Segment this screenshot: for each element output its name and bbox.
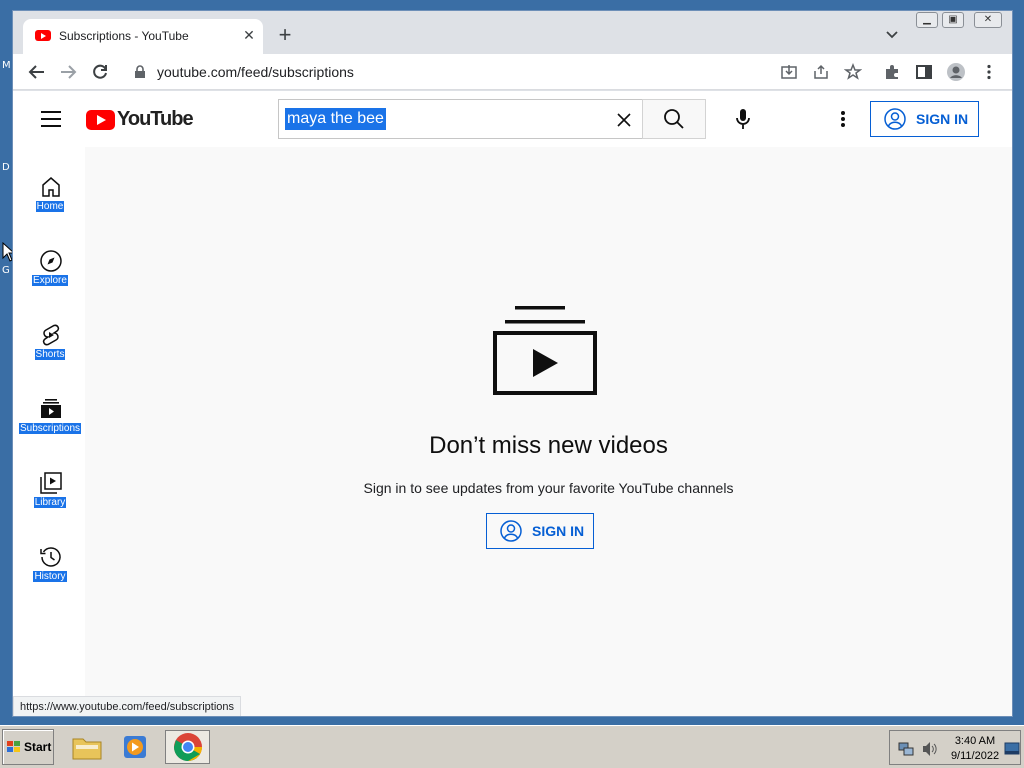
- empty-state-title: Don’t miss new videos: [429, 432, 668, 459]
- close-window-button[interactable]: ✕: [974, 12, 1002, 28]
- tab-strip: Subscriptions - YouTube ✕ + ▁ ▣ ✕: [13, 11, 1012, 54]
- youtube-masthead: YouTube maya the bee SIGN IN: [13, 91, 1012, 147]
- profile-avatar-icon: [947, 63, 965, 81]
- sign-in-label: SIGN IN: [916, 111, 969, 127]
- hamburger-menu-icon[interactable]: [39, 109, 63, 129]
- sign-in-label: SIGN IN: [532, 523, 585, 539]
- account-circle-icon: [500, 520, 522, 542]
- guide-item-library[interactable]: Library: [13, 459, 87, 523]
- minimize-button[interactable]: ▁: [916, 12, 938, 28]
- shorts-icon: [42, 324, 60, 346]
- guide-item-label: Subscriptions: [18, 423, 82, 434]
- youtube-favicon-icon: [35, 30, 51, 41]
- settings-more-button[interactable]: [831, 107, 855, 131]
- clock[interactable]: 3:40 AM 9/11/2022: [945, 734, 1005, 764]
- restore-button[interactable]: ▣: [942, 12, 964, 28]
- reload-button[interactable]: [88, 60, 112, 84]
- browser-window: Subscriptions - YouTube ✕ + ▁ ▣ ✕ youtub…: [12, 10, 1013, 717]
- forward-arrow-icon: [61, 65, 77, 79]
- desktop-fragment: G: [2, 265, 10, 276]
- history-icon: [40, 547, 61, 567]
- microphone-icon: [736, 109, 750, 129]
- media-player-icon: [124, 736, 146, 758]
- guide-sidebar: Home Explore Shorts Subscriptions Librar…: [13, 147, 87, 716]
- file-explorer-taskbar-button[interactable]: [69, 730, 105, 764]
- chrome-icon: [173, 733, 202, 761]
- star-icon: [844, 63, 862, 80]
- media-player-taskbar-button[interactable]: [117, 730, 153, 764]
- guide-item-home[interactable]: Home: [13, 163, 87, 227]
- search-input[interactable]: maya the bee: [278, 99, 643, 139]
- clock-date: 9/11/2022: [950, 750, 1000, 762]
- tab-search-chevron-icon[interactable]: [884, 27, 900, 43]
- tab-close-icon[interactable]: ✕: [241, 27, 257, 43]
- extensions-button[interactable]: [880, 60, 904, 84]
- side-panel-icon: [916, 65, 932, 79]
- library-icon: [40, 472, 62, 494]
- tab-subscriptions[interactable]: Subscriptions - YouTube ✕: [23, 19, 263, 54]
- youtube-logo-text: YouTube: [117, 108, 194, 130]
- account-circle-icon: [884, 108, 906, 130]
- new-tab-button[interactable]: +: [275, 24, 295, 46]
- voice-search-button[interactable]: [723, 99, 763, 139]
- guide-item-history[interactable]: History: [13, 533, 87, 597]
- clock-time: 3:40 AM: [954, 735, 996, 747]
- reload-icon: [93, 64, 107, 79]
- address-bar[interactable]: youtube.com/feed/subscriptions: [157, 64, 354, 80]
- puzzle-icon: [886, 65, 898, 79]
- youtube-logo[interactable]: YouTube: [86, 108, 194, 130]
- share-button[interactable]: [809, 60, 833, 84]
- kebab-menu-icon: [987, 64, 991, 80]
- more-vert-icon: [841, 111, 845, 127]
- guide-item-label: Shorts: [34, 349, 66, 360]
- folder-icon: [72, 738, 102, 760]
- search-icon: [664, 109, 684, 129]
- forward-button[interactable]: [56, 60, 80, 84]
- show-desktop-icon[interactable]: [1004, 742, 1020, 755]
- empty-state-subtitle: Sign in to see updates from your favorit…: [363, 480, 734, 496]
- clear-search-icon[interactable]: [614, 110, 634, 130]
- tab-title: Subscriptions - YouTube: [59, 29, 189, 43]
- browser-toolbar: youtube.com/feed/subscriptions: [13, 54, 1012, 90]
- guide-item-subscriptions[interactable]: Subscriptions: [13, 385, 87, 449]
- home-icon: [42, 177, 60, 197]
- back-arrow-icon: [28, 65, 44, 79]
- install-button[interactable]: [777, 60, 801, 84]
- taskbar: Start 3:40 AM 9/11/2022: [0, 725, 1024, 768]
- chrome-taskbar-button[interactable]: [165, 730, 210, 764]
- guide-item-explore[interactable]: Explore: [13, 237, 87, 301]
- share-icon: [814, 64, 828, 79]
- side-panel-button[interactable]: [912, 60, 936, 84]
- youtube-page: YouTube maya the bee SIGN IN Home Explor…: [13, 91, 1012, 716]
- lock-icon[interactable]: [133, 65, 147, 79]
- start-label: Start: [24, 740, 52, 754]
- subscriptions-empty-state: Don’t miss new videos Sign in to see upd…: [85, 147, 1012, 716]
- desktop-fragment: M: [2, 60, 11, 71]
- link-status-bar: https://www.youtube.com/feed/subscriptio…: [13, 696, 241, 716]
- guide-item-label: Explore: [32, 275, 68, 286]
- subscriptions-illustration-icon: [493, 306, 597, 395]
- youtube-play-logo-icon: [86, 110, 115, 130]
- network-icon[interactable]: [898, 741, 914, 757]
- start-button[interactable]: Start: [2, 729, 54, 765]
- sign-in-button[interactable]: SIGN IN: [870, 101, 979, 137]
- back-button[interactable]: [25, 60, 49, 84]
- install-icon: [781, 65, 797, 79]
- guide-item-shorts[interactable]: Shorts: [13, 311, 87, 375]
- profile-button[interactable]: [944, 60, 968, 84]
- bookmark-button[interactable]: [841, 60, 865, 84]
- system-tray: 3:40 AM 9/11/2022: [889, 730, 1021, 765]
- desktop-fragment: D: [2, 162, 10, 173]
- guide-item-label: Library: [33, 497, 67, 508]
- empty-state-sign-in-button[interactable]: SIGN IN: [486, 513, 594, 549]
- compass-icon: [40, 250, 62, 272]
- chrome-menu-button[interactable]: [977, 60, 1001, 84]
- volume-icon[interactable]: [921, 741, 939, 757]
- search-button[interactable]: [642, 99, 706, 139]
- guide-item-label: Home: [35, 201, 65, 212]
- windows-logo-icon: [7, 741, 20, 752]
- subscriptions-icon: [41, 399, 61, 418]
- search-query-text: maya the bee: [285, 108, 386, 130]
- guide-item-label: History: [33, 571, 67, 582]
